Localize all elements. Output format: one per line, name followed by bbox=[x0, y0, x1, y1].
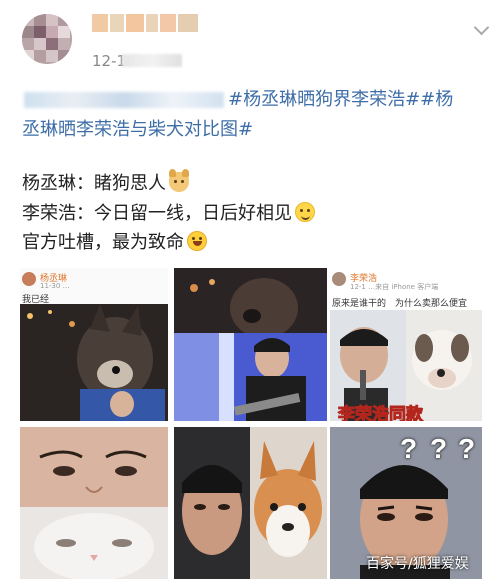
question-mark: ? bbox=[458, 433, 476, 464]
line-official-text: 官方吐槽，最为致命 bbox=[22, 232, 184, 253]
li-corgi-photo bbox=[174, 427, 327, 579]
topic-link-2[interactable]: 丞琳晒李荣浩与柴犬对比图# bbox=[22, 118, 253, 142]
time-source-blurred bbox=[122, 54, 182, 67]
username-blurred[interactable] bbox=[92, 14, 200, 36]
line-official: 官方吐槽，最为致命 bbox=[22, 231, 207, 255]
avatar[interactable] bbox=[22, 14, 72, 64]
line-li: 李荣浩：今日留一线，日后好相见 bbox=[22, 202, 315, 226]
line-yang: 杨丞琳：睹狗思人 bbox=[22, 169, 189, 196]
question-mark: ? bbox=[430, 433, 448, 464]
face-cat-photo bbox=[20, 427, 168, 579]
dog-guitar-photo bbox=[174, 268, 327, 421]
post-header: 12-1 bbox=[0, 0, 499, 80]
topic-line-1: #杨丞琳晒狗界李荣浩##杨 bbox=[22, 88, 453, 112]
line-yang-text: 杨丞琳：睹狗思人 bbox=[22, 173, 166, 194]
photo-yang-post-screenshot[interactable]: 杨丞琳 11-30 … 我已经 bbox=[20, 268, 168, 421]
post-time: 12-1 bbox=[92, 52, 127, 70]
topic-link-1[interactable]: #杨丞琳晒狗界李荣浩##杨 bbox=[228, 89, 453, 110]
mini-date: 12-1 …来自 iPhone 客户端 bbox=[350, 283, 439, 291]
photo-li-post-screenshot[interactable]: 李荣浩 12-1 …来自 iPhone 客户端 原来是谁干的 为什么卖那么便宜 … bbox=[330, 268, 482, 421]
laugh-emoji-icon bbox=[187, 231, 207, 251]
question-mark: ? bbox=[400, 433, 418, 464]
mini-caption: 原来是谁干的 为什么卖那么便宜 bbox=[332, 299, 468, 309]
mini-date: 11-30 … bbox=[40, 282, 70, 290]
mini-avatar bbox=[332, 272, 346, 286]
smile-emoji-icon bbox=[295, 202, 315, 222]
line-li-text: 李荣浩：今日留一线，日后好相见 bbox=[22, 203, 292, 224]
sticker-caption: 李荣浩同款 bbox=[338, 405, 424, 422]
dog-and-man-photo bbox=[20, 304, 168, 421]
photo-li-and-corgi[interactable] bbox=[174, 427, 327, 579]
dog-emoji-icon bbox=[169, 169, 189, 192]
chevron-down-icon[interactable] bbox=[473, 19, 490, 36]
photo-dog-and-li-guitar[interactable] bbox=[174, 268, 327, 421]
mini-avatar bbox=[22, 272, 36, 286]
photo-face-and-cat[interactable] bbox=[20, 427, 168, 579]
blurred-topic[interactable] bbox=[24, 92, 224, 108]
watermark: 百家号/狐狸爱娱 bbox=[366, 556, 469, 572]
